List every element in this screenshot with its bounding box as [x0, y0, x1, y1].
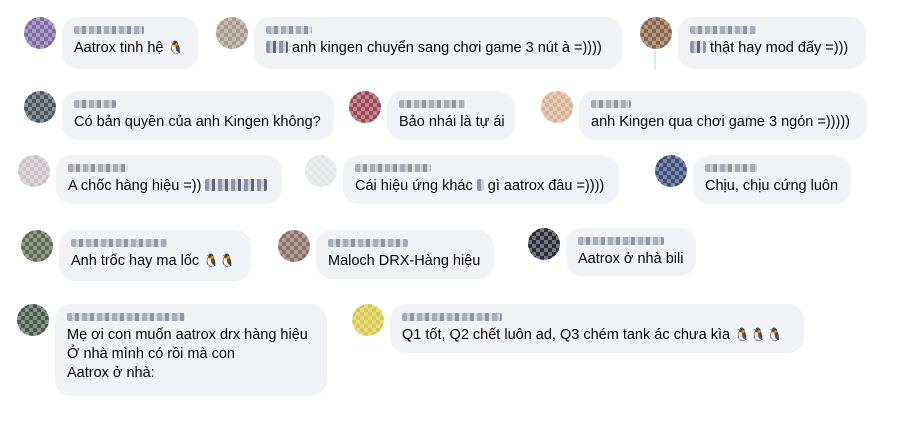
comment-text: Bảo nhái là tự ái [399, 114, 505, 130]
avatar[interactable] [349, 91, 381, 123]
comment-bubble: Cái hiệu ứng khác gì aatrox đâu =)))) [343, 155, 619, 204]
comment-text: Chịu, chịu cứng luôn [705, 178, 839, 194]
penguin-emoji: 🐧 [167, 41, 184, 56]
author-name[interactable] [591, 100, 631, 108]
blurred-text [476, 179, 484, 191]
comment-bubble: Chịu, chịu cứng luôn [693, 155, 851, 204]
author-name[interactable] [266, 26, 312, 34]
comment-text: Anh trốc hay ma lốc [71, 253, 204, 269]
avatar[interactable] [216, 17, 248, 49]
comment-text: thật hay mod đấy =))) [710, 40, 849, 56]
comment: anh Kingen qua chơi game 3 ngón =))))) [541, 91, 867, 140]
comment-text: Mẹ ơi con muốn aatrox drx hàng hiệu Ở nh… [67, 327, 308, 381]
comment-bubble: Mẹ ơi con muốn aatrox drx hàng hiệu Ở nh… [55, 304, 327, 396]
penguin-emoji: 🐧🐧 [203, 254, 236, 269]
author-name[interactable] [402, 313, 502, 321]
comment-text: Maloch DRX-Hàng hiệu [328, 253, 481, 269]
comment-text: Có bản quyền của anh Kingen không? [74, 114, 321, 130]
comment: Bảo nhái là tự ái [349, 91, 515, 140]
comment-bubble: Bảo nhái là tự ái [387, 91, 515, 140]
comment-text: anh kingen chuyển sang chơi game 3 nút à… [292, 40, 602, 56]
avatar[interactable] [24, 17, 56, 49]
comment-bubble: Anh trốc hay ma lốc 🐧🐧 [59, 230, 251, 281]
avatar[interactable] [305, 155, 337, 187]
avatar[interactable] [640, 17, 672, 49]
blurred-text [205, 179, 268, 191]
comment-bubble: Q1 tốt, Q2 chết luôn ad, Q3 chém tank ác… [390, 304, 804, 353]
comment-bubble: Aatrox ở nhà bili [566, 228, 696, 276]
blurred-text [266, 41, 288, 53]
avatar[interactable] [278, 230, 310, 262]
author-name[interactable] [328, 239, 408, 247]
comment: A chốc hàng hiệu =)) [18, 155, 282, 204]
comment-bubble: Có bản quyền của anh Kingen không? [62, 91, 334, 140]
comment: Q1 tốt, Q2 chết luôn ad, Q3 chém tank ác… [352, 304, 804, 353]
author-name[interactable] [74, 26, 144, 34]
author-name[interactable] [690, 26, 756, 34]
comment-bubble: Maloch DRX-Hàng hiệu [316, 230, 494, 279]
blurred-text [690, 41, 706, 53]
comment-bubble: Aatrox tinh hệ 🐧 [62, 17, 198, 69]
author-name[interactable] [67, 313, 185, 321]
avatar[interactable] [541, 91, 573, 123]
author-name[interactable] [74, 100, 116, 108]
comment: thật hay mod đấy =))) [640, 17, 866, 69]
comment-text: Cái hiệu ứng khác [355, 178, 473, 194]
comment-bubble: thật hay mod đấy =))) [678, 17, 866, 69]
comment: Maloch DRX-Hàng hiệu [278, 230, 494, 279]
comment-text: anh Kingen qua chơi game 3 ngón =))))) [591, 114, 850, 130]
comment-bubble: anh Kingen qua chơi game 3 ngón =))))) [579, 91, 867, 140]
comment-text: Aatrox tinh hệ [74, 40, 168, 56]
comment: Aatrox tinh hệ 🐧 [24, 17, 198, 69]
author-name[interactable] [578, 237, 664, 245]
avatar[interactable] [352, 304, 384, 336]
author-name[interactable] [68, 164, 128, 172]
comment-bubble: A chốc hàng hiệu =)) [56, 155, 282, 204]
comment-text: A chốc hàng hiệu =)) [68, 178, 202, 194]
avatar[interactable] [17, 304, 49, 336]
author-name[interactable] [355, 164, 431, 172]
avatar[interactable] [21, 230, 53, 262]
comment: Cái hiệu ứng khác gì aatrox đâu =)))) [305, 155, 619, 204]
comment-text: Aatrox ở nhà bili [578, 251, 684, 267]
avatar[interactable] [24, 91, 56, 123]
comment: Có bản quyền của anh Kingen không? [24, 91, 334, 140]
comment: Mẹ ơi con muốn aatrox drx hàng hiệu Ở nh… [17, 304, 327, 396]
comment-bubble: anh kingen chuyển sang chơi game 3 nút à… [254, 17, 622, 69]
author-name[interactable] [705, 164, 757, 172]
comment: anh kingen chuyển sang chơi game 3 nút à… [216, 17, 622, 69]
comment: Chịu, chịu cứng luôn [655, 155, 851, 204]
comment: Anh trốc hay ma lốc 🐧🐧 [21, 230, 251, 281]
comment-text: gì aatrox đâu =)))) [487, 178, 605, 194]
author-name[interactable] [71, 239, 167, 247]
avatar[interactable] [18, 155, 50, 187]
avatar[interactable] [528, 228, 560, 260]
avatar[interactable] [655, 155, 687, 187]
author-name[interactable] [399, 100, 465, 108]
penguin-emoji: 🐧🐧🐧 [734, 328, 783, 343]
comment: Aatrox ở nhà bili [528, 228, 696, 276]
comment-text: Q1 tốt, Q2 chết luôn ad, Q3 chém tank ác… [402, 327, 735, 343]
